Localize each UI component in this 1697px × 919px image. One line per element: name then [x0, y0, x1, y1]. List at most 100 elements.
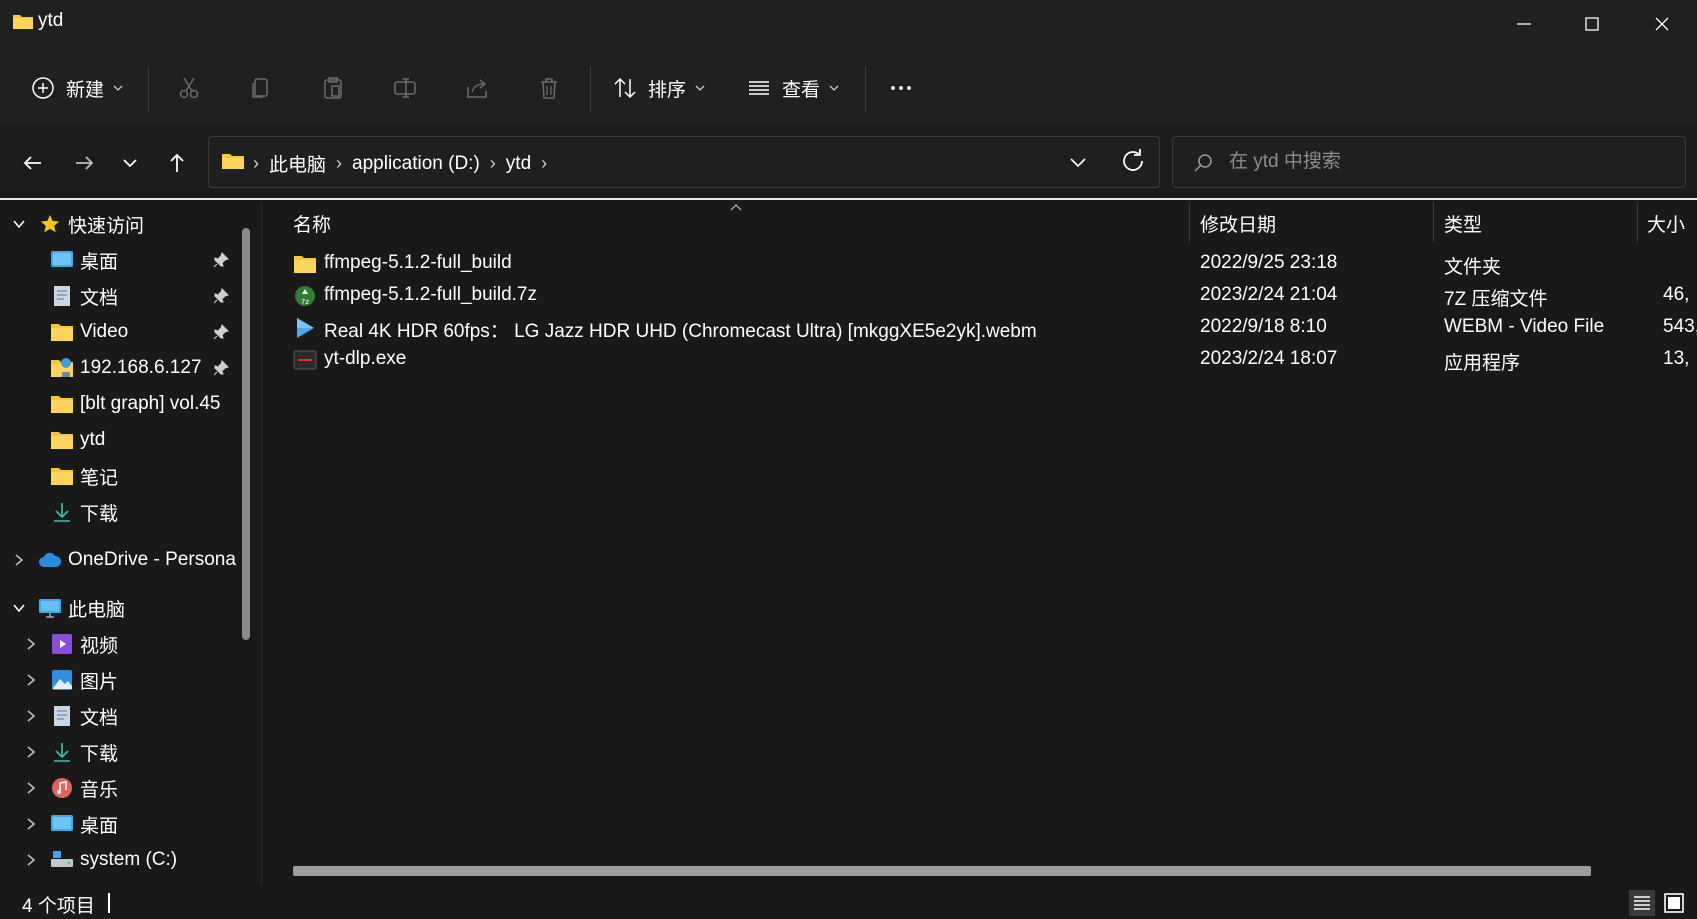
- maximize-button[interactable]: [1558, 0, 1626, 48]
- file-row[interactable]: 7z ffmpeg-5.1.2-full_build.7z 2023/2/24 …: [263, 280, 1697, 312]
- back-button[interactable]: [13, 143, 53, 183]
- sidebar-scrollbar[interactable]: [242, 228, 250, 640]
- sidebar-item-desktop[interactable]: 桌面: [0, 242, 240, 278]
- sidebar-item-downloads[interactable]: 下载: [0, 494, 240, 530]
- chevron-right-icon[interactable]: [24, 745, 38, 759]
- view-button[interactable]: 查看: [746, 68, 840, 108]
- sidebar-item-label: ytd: [80, 429, 106, 450]
- delete-button[interactable]: [536, 68, 562, 108]
- breadcrumb-drive-d[interactable]: application (D:): [352, 153, 480, 175]
- folder-icon: [222, 154, 244, 169]
- file-row[interactable]: Real 4K HDR 60fps： LG Jazz HDR UHD (Chro…: [263, 312, 1697, 344]
- new-label: 新建: [66, 79, 105, 101]
- sidebar-item-pc-documents[interactable]: 文档: [0, 698, 240, 734]
- sidebar-item-video[interactable]: Video: [0, 314, 240, 350]
- pin-icon[interactable]: [212, 287, 230, 305]
- minimize-button[interactable]: [1490, 0, 1558, 48]
- breadcrumb-this-pc[interactable]: 此电脑: [269, 150, 326, 177]
- chevron-down-icon[interactable]: [12, 601, 26, 615]
- sidebar-item-pictures[interactable]: 图片: [0, 662, 240, 698]
- breadcrumb-separator[interactable]: ›: [541, 153, 547, 174]
- sort-button[interactable]: 排序: [612, 68, 706, 108]
- sidebar-item-label: Video: [80, 321, 129, 342]
- file-name: Real 4K HDR 60fps： LG Jazz HDR UHD (Chro…: [324, 321, 1037, 342]
- breadcrumb-separator[interactable]: ›: [336, 153, 342, 174]
- file-type: 文件夹: [1444, 257, 1502, 278]
- more-options-button[interactable]: [888, 68, 914, 108]
- computer-icon: [39, 599, 61, 618]
- share-button[interactable]: [464, 68, 490, 108]
- column-header-type[interactable]: 类型: [1444, 202, 1634, 244]
- column-header-size[interactable]: 大小: [1647, 202, 1697, 244]
- horizontal-scrollbar[interactable]: [293, 866, 1591, 876]
- file-row[interactable]: ffmpeg-5.1.2-full_build 2022/9/25 23:18 …: [263, 248, 1697, 280]
- paste-button[interactable]: [320, 68, 346, 108]
- breadcrumb-separator[interactable]: ›: [490, 153, 496, 174]
- sidebar-item-label: 文档: [80, 287, 119, 309]
- video-play-icon: [297, 318, 314, 338]
- arrow-left-icon: [23, 156, 41, 170]
- sidebar-item-ytd[interactable]: ytd: [0, 422, 240, 458]
- chevron-right-icon[interactable]: [12, 553, 26, 567]
- sidebar-this-pc[interactable]: 此电脑: [0, 590, 240, 626]
- chevron-right-icon[interactable]: [24, 781, 38, 795]
- chevron-right-icon[interactable]: [24, 853, 38, 867]
- chevron-down-icon: [829, 85, 839, 91]
- sidebar-item-label: 快速访问: [68, 215, 145, 237]
- toolbar-separator: [590, 66, 591, 112]
- sidebar-item-documents[interactable]: 文档: [0, 278, 240, 314]
- sidebar-quick-access[interactable]: 快速访问: [0, 206, 240, 242]
- search-input[interactable]: [1229, 147, 1669, 177]
- pin-icon[interactable]: [212, 251, 230, 269]
- column-header-label: 大小: [1647, 214, 1686, 236]
- refresh-icon[interactable]: [1118, 146, 1148, 176]
- details-view-icon[interactable]: [1628, 889, 1656, 917]
- new-button[interactable]: 新建: [30, 68, 124, 108]
- minimize-icon: [1517, 23, 1531, 25]
- pin-icon[interactable]: [212, 359, 230, 377]
- documents-icon: [54, 706, 70, 726]
- forward-button[interactable]: [64, 143, 104, 183]
- chevron-down-icon: [123, 159, 137, 168]
- chevron-down-icon[interactable]: [12, 217, 26, 231]
- file-size: 46,: [1663, 284, 1690, 305]
- column-divider[interactable]: [1637, 202, 1638, 242]
- cut-button[interactable]: [176, 68, 202, 108]
- breadcrumb-ytd[interactable]: ytd: [506, 153, 531, 175]
- copy-button[interactable]: [248, 68, 274, 108]
- tiles-view-icon[interactable]: [1660, 889, 1688, 917]
- file-row[interactable]: yt-dlp.exe 2023/2/24 18:07 应用程序 13,: [263, 344, 1697, 376]
- pictures-icon: [52, 670, 72, 690]
- column-header-date[interactable]: 修改日期: [1200, 202, 1430, 244]
- column-divider[interactable]: [1189, 202, 1190, 242]
- sidebar-item-videos[interactable]: 视频: [0, 626, 240, 662]
- search-box[interactable]: [1172, 136, 1686, 188]
- sidebar-item-pc-downloads[interactable]: 下载: [0, 734, 240, 770]
- column-divider[interactable]: [1433, 202, 1434, 242]
- chevron-right-icon[interactable]: [24, 637, 38, 651]
- drive-icon: [51, 851, 73, 867]
- chevron-right-icon[interactable]: [24, 817, 38, 831]
- column-header-label: 修改日期: [1200, 214, 1277, 236]
- up-button[interactable]: [157, 143, 197, 183]
- chevron-right-icon[interactable]: [24, 673, 38, 687]
- rename-button[interactable]: [392, 68, 418, 108]
- chevron-down-icon[interactable]: [1065, 149, 1091, 175]
- sidebar-item-system-c[interactable]: system (C:): [0, 842, 240, 878]
- sidebar-item-label: 192.168.6.127: [80, 357, 202, 378]
- sidebar-item-blt-graph[interactable]: [blt graph] vol.45: [0, 386, 240, 422]
- recent-locations-button[interactable]: [110, 143, 150, 183]
- scissors-icon: [179, 77, 199, 99]
- column-header-name[interactable]: 名称: [293, 202, 1183, 244]
- sidebar-onedrive[interactable]: OneDrive - Persona: [0, 542, 240, 578]
- sidebar-item-music[interactable]: 音乐: [0, 770, 240, 806]
- folder-icon: [51, 468, 73, 485]
- sidebar-item-label: 此电脑: [68, 599, 126, 621]
- address-bar[interactable]: › 此电脑 › application (D:) › ytd ›: [208, 136, 1160, 188]
- chevron-right-icon[interactable]: [24, 709, 38, 723]
- sidebar-item-pc-desktop[interactable]: 桌面: [0, 806, 240, 842]
- pin-icon[interactable]: [212, 323, 230, 341]
- close-button[interactable]: [1628, 0, 1696, 48]
- sidebar-item-notes[interactable]: 笔记: [0, 458, 240, 494]
- sidebar-item-network[interactable]: 192.168.6.127: [0, 350, 240, 386]
